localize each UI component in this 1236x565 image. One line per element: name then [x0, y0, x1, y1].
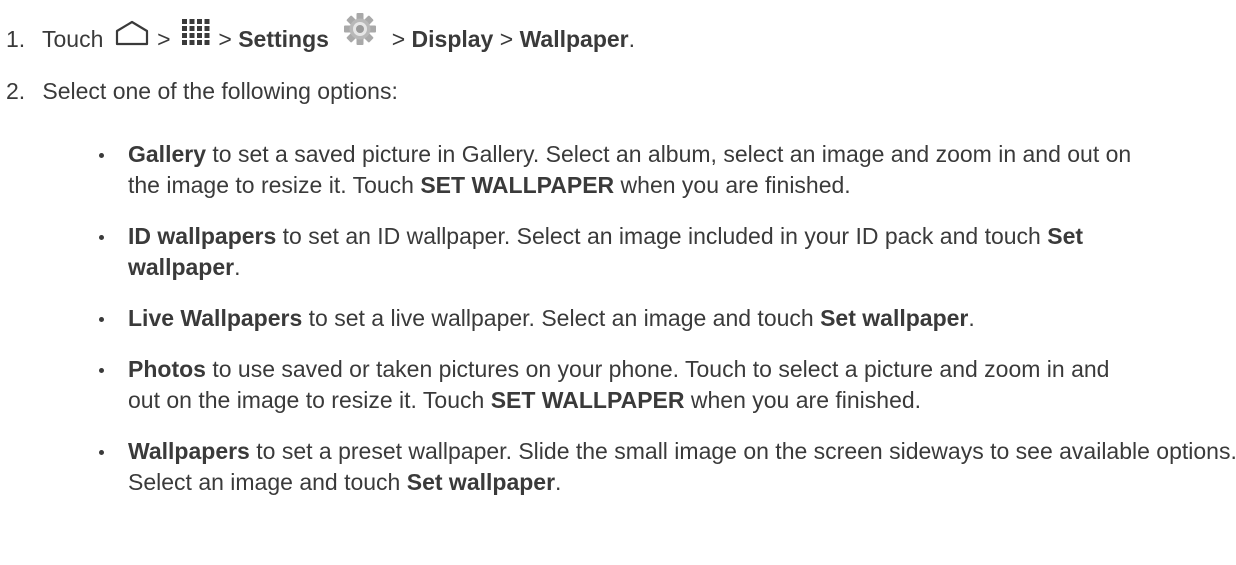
option-text: to set a live wallpaper. Select an image… [302, 305, 821, 331]
bullet-dot [99, 153, 104, 158]
list-item: Live Wallpapers to set a live wallpaper.… [98, 303, 1228, 334]
option-action: Set wallpaper [406, 469, 556, 495]
bullet-dot [99, 368, 104, 373]
step-text: Touch [41, 26, 104, 53]
apps-grid-icon [181, 19, 210, 53]
separator: > [218, 26, 232, 53]
option-name: ID wallpapers [128, 223, 277, 249]
option-text-end: . [234, 254, 241, 280]
display-label: Display [411, 26, 494, 53]
option-name: Gallery [128, 141, 206, 167]
options-list: Gallery to set a saved picture in Galler… [98, 139, 1236, 498]
step-2: 2. Select one of the following options: [6, 76, 398, 107]
option-text-end: when you are finished. [614, 172, 851, 198]
period: . [628, 26, 636, 53]
home-icon [115, 20, 149, 54]
step-1: 1. Touch > > Settings > Display > Wallpa… [6, 13, 636, 62]
wallpaper-label: Wallpaper [519, 26, 629, 53]
step-number: 2. [6, 78, 26, 104]
option-text-end: when you are finished. [684, 387, 922, 413]
list-item: Photos to use saved or taken pictures on… [98, 354, 1138, 416]
separator: > [499, 26, 514, 53]
list-item: Wallpapers to set a preset wallpaper. Sl… [98, 436, 1236, 498]
option-text-end: . [555, 469, 562, 495]
separator: > [157, 26, 171, 53]
list-item: ID wallpapers to set an ID wallpaper. Se… [98, 221, 1138, 283]
step-text: Select one of the following options: [42, 78, 398, 104]
list-item: Gallery to set a saved picture in Galler… [98, 139, 1138, 201]
bullet-dot [99, 450, 104, 455]
bullet-dot [99, 235, 104, 240]
settings-gear-icon [341, 12, 379, 54]
step-number: 1. [6, 26, 26, 53]
option-name: Wallpapers [128, 438, 250, 464]
option-text-end: . [968, 305, 975, 331]
option-action: SET WALLPAPER [420, 172, 615, 198]
option-name: Photos [128, 356, 206, 382]
option-name: Live Wallpapers [128, 305, 303, 331]
option-text: to set an ID wallpaper. Select an image … [276, 223, 1048, 249]
separator: > [391, 26, 406, 53]
option-text: to set a preset wallpaper. Slide the sma… [128, 438, 1236, 495]
option-action: Set wallpaper [820, 305, 969, 331]
settings-label: Settings [238, 26, 329, 53]
bullet-dot [99, 317, 104, 322]
option-action: SET WALLPAPER [490, 387, 685, 413]
